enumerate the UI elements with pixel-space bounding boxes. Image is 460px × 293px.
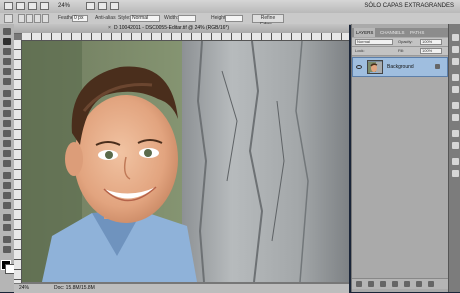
tab-layers[interactable]: LAYERS	[354, 28, 376, 37]
intersect-selection-icon[interactable]	[42, 14, 49, 23]
history-brush-tool-icon[interactable]	[3, 120, 11, 127]
layer-thumbnail[interactable]	[367, 60, 383, 74]
tab-paths[interactable]: PATHS	[408, 28, 426, 37]
application-bar: 24% SÓLO CAPAS EXTRAGRANDES	[0, 0, 460, 14]
shape-tool-icon[interactable]	[3, 202, 11, 209]
blend-opacity-row: Normal Opacity: 100%	[352, 38, 448, 47]
layer-thumbnail-image	[368, 62, 382, 73]
portrait-photo	[22, 41, 349, 282]
masks-panel-icon[interactable]	[452, 86, 459, 93]
link-layers-icon[interactable]	[356, 281, 362, 287]
layers-panel-tabs: LAYERS CHANNELS PATHS	[352, 28, 448, 37]
subtract-selection-icon[interactable]	[34, 14, 41, 23]
styles-panel-icon[interactable]	[452, 58, 459, 65]
document-title: D 10042011 - DSC0055-Editar.tif @ 24% (R…	[114, 25, 230, 31]
brush-panel-icon[interactable]	[452, 130, 459, 137]
view-extras-icon[interactable]	[86, 2, 95, 10]
feather-input[interactable]: 0 px	[72, 15, 88, 22]
lock-label: Lock:	[355, 48, 365, 53]
lock-icon	[435, 64, 440, 69]
document-size-info[interactable]: Doc: 15.8M/15.8M	[54, 285, 95, 292]
layer-style-icon[interactable]	[368, 281, 374, 287]
crop-tool-icon[interactable]	[3, 68, 11, 75]
layer-mask-icon[interactable]	[380, 281, 386, 287]
lasso-tool-icon[interactable]	[3, 48, 11, 55]
fill-input[interactable]: 100%	[420, 48, 442, 54]
eraser-tool-icon[interactable]	[3, 130, 11, 137]
actions-panel-icon[interactable]	[452, 114, 459, 121]
status-zoom[interactable]: 24%	[19, 285, 29, 292]
blend-mode-dropdown[interactable]: Normal	[355, 39, 393, 45]
collapsed-panels-strip	[448, 24, 460, 292]
layers-panel-footer	[352, 278, 448, 289]
brush-tool-icon[interactable]	[3, 100, 11, 107]
opacity-input[interactable]: 100%	[420, 39, 442, 45]
quick-selection-tool-icon[interactable]	[3, 58, 11, 65]
visibility-eye-icon[interactable]	[356, 65, 362, 69]
adjustment-layer-icon[interactable]	[392, 281, 398, 287]
document-window: × D 10042011 - DSC0055-Editar.tif @ 24% …	[14, 24, 349, 293]
clone-source-panel-icon[interactable]	[452, 142, 459, 149]
delete-layer-icon[interactable]	[428, 281, 434, 287]
height-input[interactable]	[225, 15, 243, 22]
vertical-ruler[interactable]	[14, 40, 22, 283]
panel-dock: LAYERS CHANNELS PATHS Normal Opacity: 10…	[351, 24, 448, 292]
3d-camera-tool-icon[interactable]	[3, 224, 11, 231]
character-panel-icon[interactable]	[452, 158, 459, 165]
lock-fill-row: Lock: Fill: 100%	[352, 47, 448, 56]
tool-preset-icon[interactable]	[4, 14, 13, 23]
width-input[interactable]	[178, 15, 196, 22]
opacity-label: Opacity:	[398, 39, 413, 44]
style-label: Style:	[118, 15, 131, 21]
dodge-tool-icon[interactable]	[3, 160, 11, 167]
new-layer-icon[interactable]	[416, 281, 422, 287]
type-tool-icon[interactable]	[3, 182, 11, 189]
antialias-checkbox[interactable]: Anti-alias	[95, 15, 116, 22]
bridge-icon[interactable]	[16, 2, 25, 10]
refine-edge-button[interactable]: Refine Edge...	[252, 14, 284, 28]
tools-panel	[0, 24, 15, 292]
add-selection-icon[interactable]	[26, 14, 33, 23]
screen-mode-icon[interactable]	[110, 2, 119, 10]
eyedropper-tool-icon[interactable]	[3, 78, 11, 85]
gradient-tool-icon[interactable]	[3, 140, 11, 147]
color-panel-icon[interactable]	[452, 34, 459, 41]
blur-tool-icon[interactable]	[3, 150, 11, 157]
image-canvas[interactable]	[22, 41, 349, 282]
ps-logo-icon[interactable]	[4, 2, 13, 10]
healing-brush-tool-icon[interactable]	[3, 90, 11, 97]
workspace-switcher[interactable]: SÓLO CAPAS EXTRAGRANDES	[364, 2, 454, 11]
path-selection-tool-icon[interactable]	[3, 192, 11, 199]
minibridge-icon[interactable]	[28, 2, 37, 10]
3d-rotate-tool-icon[interactable]	[3, 214, 11, 221]
layer-name: Background	[387, 64, 414, 70]
zoom-level-dropdown[interactable]: 24%	[58, 2, 82, 11]
width-label: Width:	[164, 15, 179, 21]
clone-stamp-tool-icon[interactable]	[3, 110, 11, 117]
history-panel-icon[interactable]	[452, 102, 459, 109]
hand-tool-icon[interactable]	[40, 2, 49, 10]
close-document-icon[interactable]: ×	[108, 26, 113, 31]
zoom-tool-icon[interactable]	[3, 246, 11, 253]
paragraph-panel-icon[interactable]	[452, 170, 459, 177]
new-selection-icon[interactable]	[18, 14, 25, 23]
hand-tool-panel-icon[interactable]	[3, 236, 11, 243]
horizontal-ruler[interactable]	[22, 33, 349, 41]
fill-label: Fill:	[398, 48, 405, 53]
swatches-panel-icon[interactable]	[452, 46, 459, 53]
group-layers-icon[interactable]	[404, 281, 410, 287]
marquee-tool-icon[interactable]	[3, 38, 11, 45]
pen-tool-icon[interactable]	[3, 172, 11, 179]
tab-channels[interactable]: CHANNELS	[378, 28, 407, 37]
arrange-documents-icon[interactable]	[98, 2, 107, 10]
style-dropdown[interactable]: Normal	[130, 15, 160, 22]
adjustments-panel-icon[interactable]	[452, 74, 459, 81]
move-tool-icon[interactable]	[3, 28, 11, 35]
layer-row-background[interactable]: Background	[352, 57, 448, 77]
